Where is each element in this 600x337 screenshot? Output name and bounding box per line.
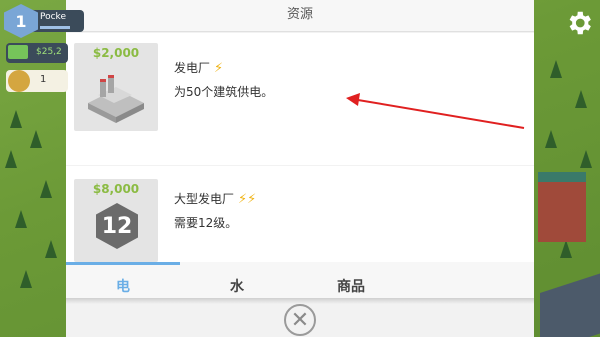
tree — [45, 240, 57, 258]
level-value: 1 — [15, 11, 27, 31]
lightning-bolt-icon: ⚡ — [214, 61, 224, 76]
item-price: $2,000 — [92, 46, 140, 60]
large-power-plant-thumbnail[interactable]: $8,000 12 — [74, 179, 158, 262]
tree — [575, 90, 587, 108]
gold-icon — [8, 70, 30, 92]
tree — [560, 240, 572, 258]
item-price: $8,000 — [92, 182, 140, 196]
locked-level-hex-icon: 12 — [96, 203, 138, 249]
item-name: 发电厂 ⚡ — [174, 59, 223, 76]
modal-title: 资源 — [66, 0, 534, 32]
tab-water[interactable]: 水 — [180, 276, 294, 296]
tree — [580, 150, 592, 168]
item-name-text: 大型发电厂 — [174, 192, 235, 206]
item-name-text: 发电厂 — [174, 61, 211, 75]
tree — [10, 110, 22, 128]
tree — [40, 180, 52, 198]
tree — [5, 150, 17, 168]
active-tab-indicator — [66, 262, 180, 265]
item-description: 需要12级。 — [174, 216, 238, 230]
category-tab-bar: 电 水 商品 — [66, 262, 534, 298]
item-name: 大型发电厂 ⚡⚡ — [174, 190, 256, 207]
xp-bar — [40, 26, 70, 29]
power-plant-building-icon — [88, 75, 144, 123]
resources-modal: 资源 $2,000 发电厂 ⚡ 为50个建筑供电。 $8,000 12 大型发电… — [66, 0, 534, 337]
tree — [15, 210, 27, 228]
tree — [545, 130, 557, 148]
tree — [550, 60, 562, 78]
lightning-bolt-icon: ⚡⚡ — [238, 192, 257, 207]
close-icon: ✕ — [290, 307, 310, 333]
money-value: $25,2 — [36, 47, 62, 57]
player-name: Pocke — [40, 12, 66, 22]
cash-icon — [8, 45, 28, 59]
close-button[interactable]: ✕ — [284, 304, 316, 336]
settings-gear-icon[interactable] — [564, 8, 594, 38]
tab-electricity[interactable]: 电 — [66, 276, 180, 296]
building — [538, 172, 586, 242]
road — [540, 267, 600, 337]
tab-goods[interactable]: 商品 — [294, 276, 408, 296]
shop-item-power-plant[interactable]: $2,000 发电厂 ⚡ 为50个建筑供电。 — [66, 33, 534, 165]
power-plant-thumbnail[interactable]: $2,000 — [74, 43, 158, 131]
tree — [30, 130, 42, 148]
tree — [20, 270, 32, 288]
gold-value: 1 — [40, 74, 47, 85]
required-level: 12 — [101, 213, 133, 239]
item-description: 为50个建筑供电。 — [174, 85, 274, 99]
shop-item-large-power-plant[interactable]: $8,000 12 大型发电厂 ⚡⚡ 需要12级。 — [66, 166, 534, 262]
